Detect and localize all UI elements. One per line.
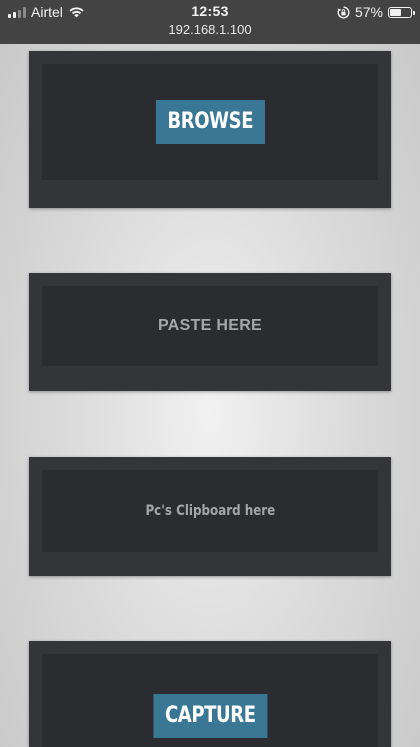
paste-label: PASTE HERE — [157, 317, 263, 334]
status-bar: Airtel 12:53 192.168.1.100 57% — [0, 0, 420, 44]
battery-level — [390, 8, 402, 16]
capture-button[interactable]: CAPTURE — [153, 694, 267, 738]
browse-drop-area: BROWSE — [42, 64, 378, 180]
battery-percentage: 57% — [354, 4, 383, 20]
browse-button[interactable]: BROWSE — [155, 100, 265, 144]
paste-panel: PASTE HERE — [29, 273, 391, 391]
status-bar-right: 57% — [337, 3, 415, 21]
battery-icon — [388, 6, 415, 18]
address-url[interactable]: 192.168.1.100 — [0, 22, 420, 37]
clipboard-label: Pc's Clipboard here — [145, 503, 275, 519]
clipboard-panel: Pc's Clipboard here — [29, 457, 391, 576]
capture-panel: CAPTURE — [29, 641, 391, 747]
browse-panel: BROWSE — [29, 51, 391, 208]
capture-area: CAPTURE — [42, 654, 378, 747]
orientation-lock-icon — [337, 5, 350, 18]
pc-clipboard-area[interactable]: Pc's Clipboard here — [42, 470, 378, 552]
paste-area[interactable]: PASTE HERE — [42, 286, 378, 366]
